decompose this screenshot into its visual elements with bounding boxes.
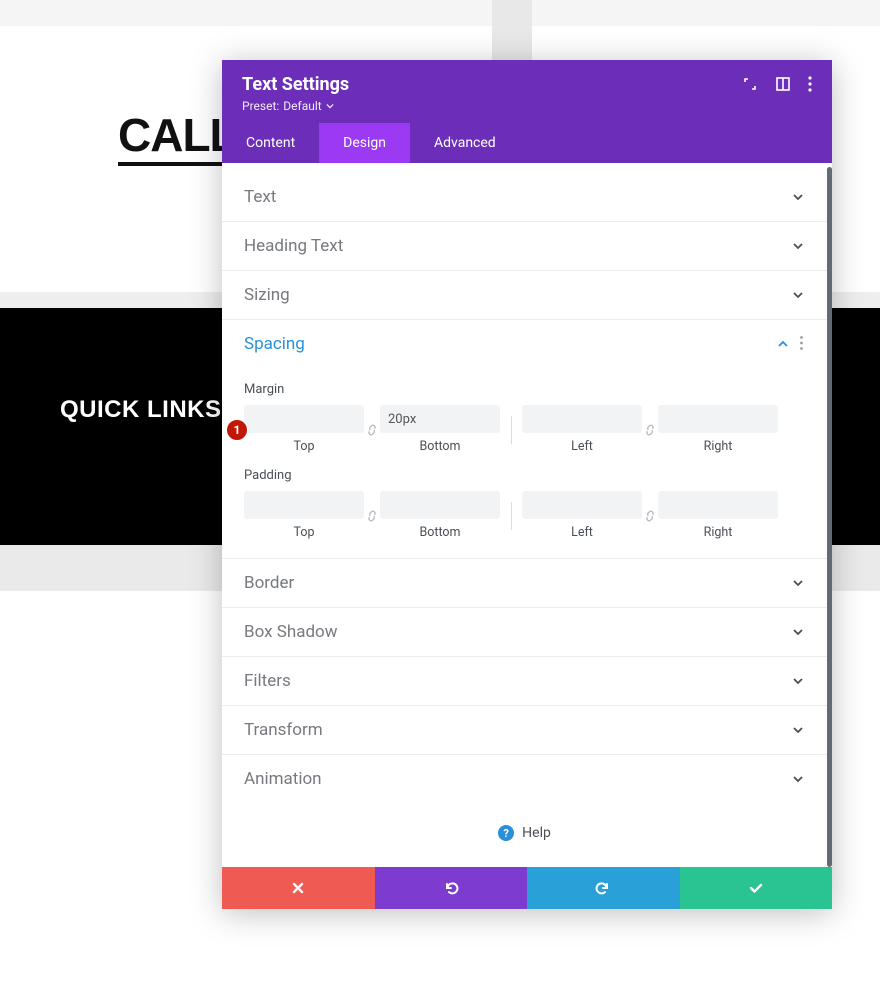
padding-top-input[interactable]: [244, 491, 364, 519]
preset-selector[interactable]: Preset: Default: [242, 99, 349, 113]
option-sizing-label: Sizing: [244, 285, 290, 305]
option-heading-text-label: Heading Text: [244, 236, 343, 256]
padding-bottom-input[interactable]: [380, 491, 500, 519]
margin-left-label: Left: [571, 439, 593, 454]
margin-bottom-label: Bottom: [419, 439, 460, 454]
link-icon[interactable]: [364, 509, 380, 523]
option-transform[interactable]: Transform: [222, 706, 827, 755]
padding-inputs: Top Bottom Left Right: [244, 491, 805, 540]
spacing-body: Margin Top Bottom Left: [222, 368, 827, 559]
option-animation[interactable]: Animation: [222, 755, 827, 803]
option-sizing[interactable]: Sizing: [222, 271, 827, 320]
padding-left-label: Left: [571, 525, 593, 540]
more-vertical-icon[interactable]: [808, 76, 812, 92]
annotation-badge-1: 1: [226, 419, 248, 441]
padding-bottom-label: Bottom: [419, 525, 460, 540]
option-border[interactable]: Border: [222, 559, 827, 608]
option-spacing-label: Spacing: [244, 334, 305, 354]
option-filters-label: Filters: [244, 671, 291, 691]
margin-right-label: Right: [704, 439, 733, 454]
padding-label: Padding: [244, 468, 805, 483]
cancel-button[interactable]: [222, 867, 375, 909]
link-icon[interactable]: [642, 509, 658, 523]
option-box-shadow[interactable]: Box Shadow: [222, 608, 827, 657]
margin-top-input[interactable]: [244, 405, 364, 433]
padding-right-label: Right: [704, 525, 733, 540]
option-heading-text[interactable]: Heading Text: [222, 222, 827, 271]
modal-footer: [222, 867, 832, 909]
option-box-shadow-label: Box Shadow: [244, 622, 338, 642]
chevron-down-icon: [791, 772, 805, 786]
margin-left-input[interactable]: [522, 405, 642, 433]
help-icon: ?: [498, 825, 514, 841]
link-icon[interactable]: [364, 423, 380, 437]
margin-bottom-input[interactable]: [380, 405, 500, 433]
tab-advanced[interactable]: Advanced: [410, 123, 520, 163]
tab-content[interactable]: Content: [222, 123, 319, 163]
design-panel: Text Heading Text Sizing Spacing Margin: [222, 163, 832, 867]
close-icon: [291, 881, 305, 895]
padding-right-input[interactable]: [658, 491, 778, 519]
chevron-down-icon: [791, 576, 805, 590]
padding-left-input[interactable]: [522, 491, 642, 519]
option-text[interactable]: Text: [222, 163, 827, 222]
help-link[interactable]: ? Help: [222, 803, 827, 867]
margin-right-input[interactable]: [658, 405, 778, 433]
option-filters[interactable]: Filters: [222, 657, 827, 706]
modal-title: Text Settings: [242, 74, 349, 95]
padding-top-label: Top: [293, 525, 314, 540]
spacing-more-icon[interactable]: [798, 335, 805, 354]
panel-layout-icon[interactable]: [776, 77, 790, 91]
option-transform-label: Transform: [244, 720, 323, 740]
preset-value: Default: [283, 99, 321, 113]
redo-button[interactable]: [527, 867, 680, 909]
modal-header: Text Settings Preset: Default: [222, 60, 832, 123]
chevron-down-icon: [791, 288, 805, 302]
scrollbar[interactable]: [827, 167, 832, 867]
link-icon[interactable]: [642, 423, 658, 437]
quick-links-heading: QUICK LINKS: [60, 396, 222, 424]
chevron-down-icon: [791, 625, 805, 639]
bg-strip: [0, 0, 880, 26]
caret-down-icon: [326, 102, 334, 110]
chevron-up-icon: [776, 337, 790, 351]
modal-tabs: Content Design Advanced: [222, 123, 832, 163]
check-icon: [748, 880, 764, 896]
text-settings-modal: Text Settings Preset: Default Content De…: [222, 60, 832, 909]
undo-button[interactable]: [375, 867, 528, 909]
save-button[interactable]: [680, 867, 833, 909]
option-animation-label: Animation: [244, 769, 322, 789]
option-text-label: Text: [244, 187, 276, 207]
page-call-heading: CALL: [118, 108, 237, 166]
preset-prefix: Preset:: [242, 99, 279, 113]
undo-icon: [443, 880, 459, 896]
chevron-down-icon: [791, 239, 805, 253]
margin-top-label: Top: [293, 439, 314, 454]
tab-design[interactable]: Design: [319, 123, 410, 163]
option-border-label: Border: [244, 573, 294, 593]
option-spacing[interactable]: Spacing: [222, 320, 827, 368]
redo-icon: [595, 880, 611, 896]
chevron-down-icon: [791, 190, 805, 204]
expand-icon[interactable]: [742, 76, 758, 92]
margin-label: Margin: [244, 382, 805, 397]
chevron-down-icon: [791, 674, 805, 688]
margin-inputs: Top Bottom Left Right: [244, 405, 805, 454]
chevron-down-icon: [791, 723, 805, 737]
help-label: Help: [522, 825, 551, 841]
